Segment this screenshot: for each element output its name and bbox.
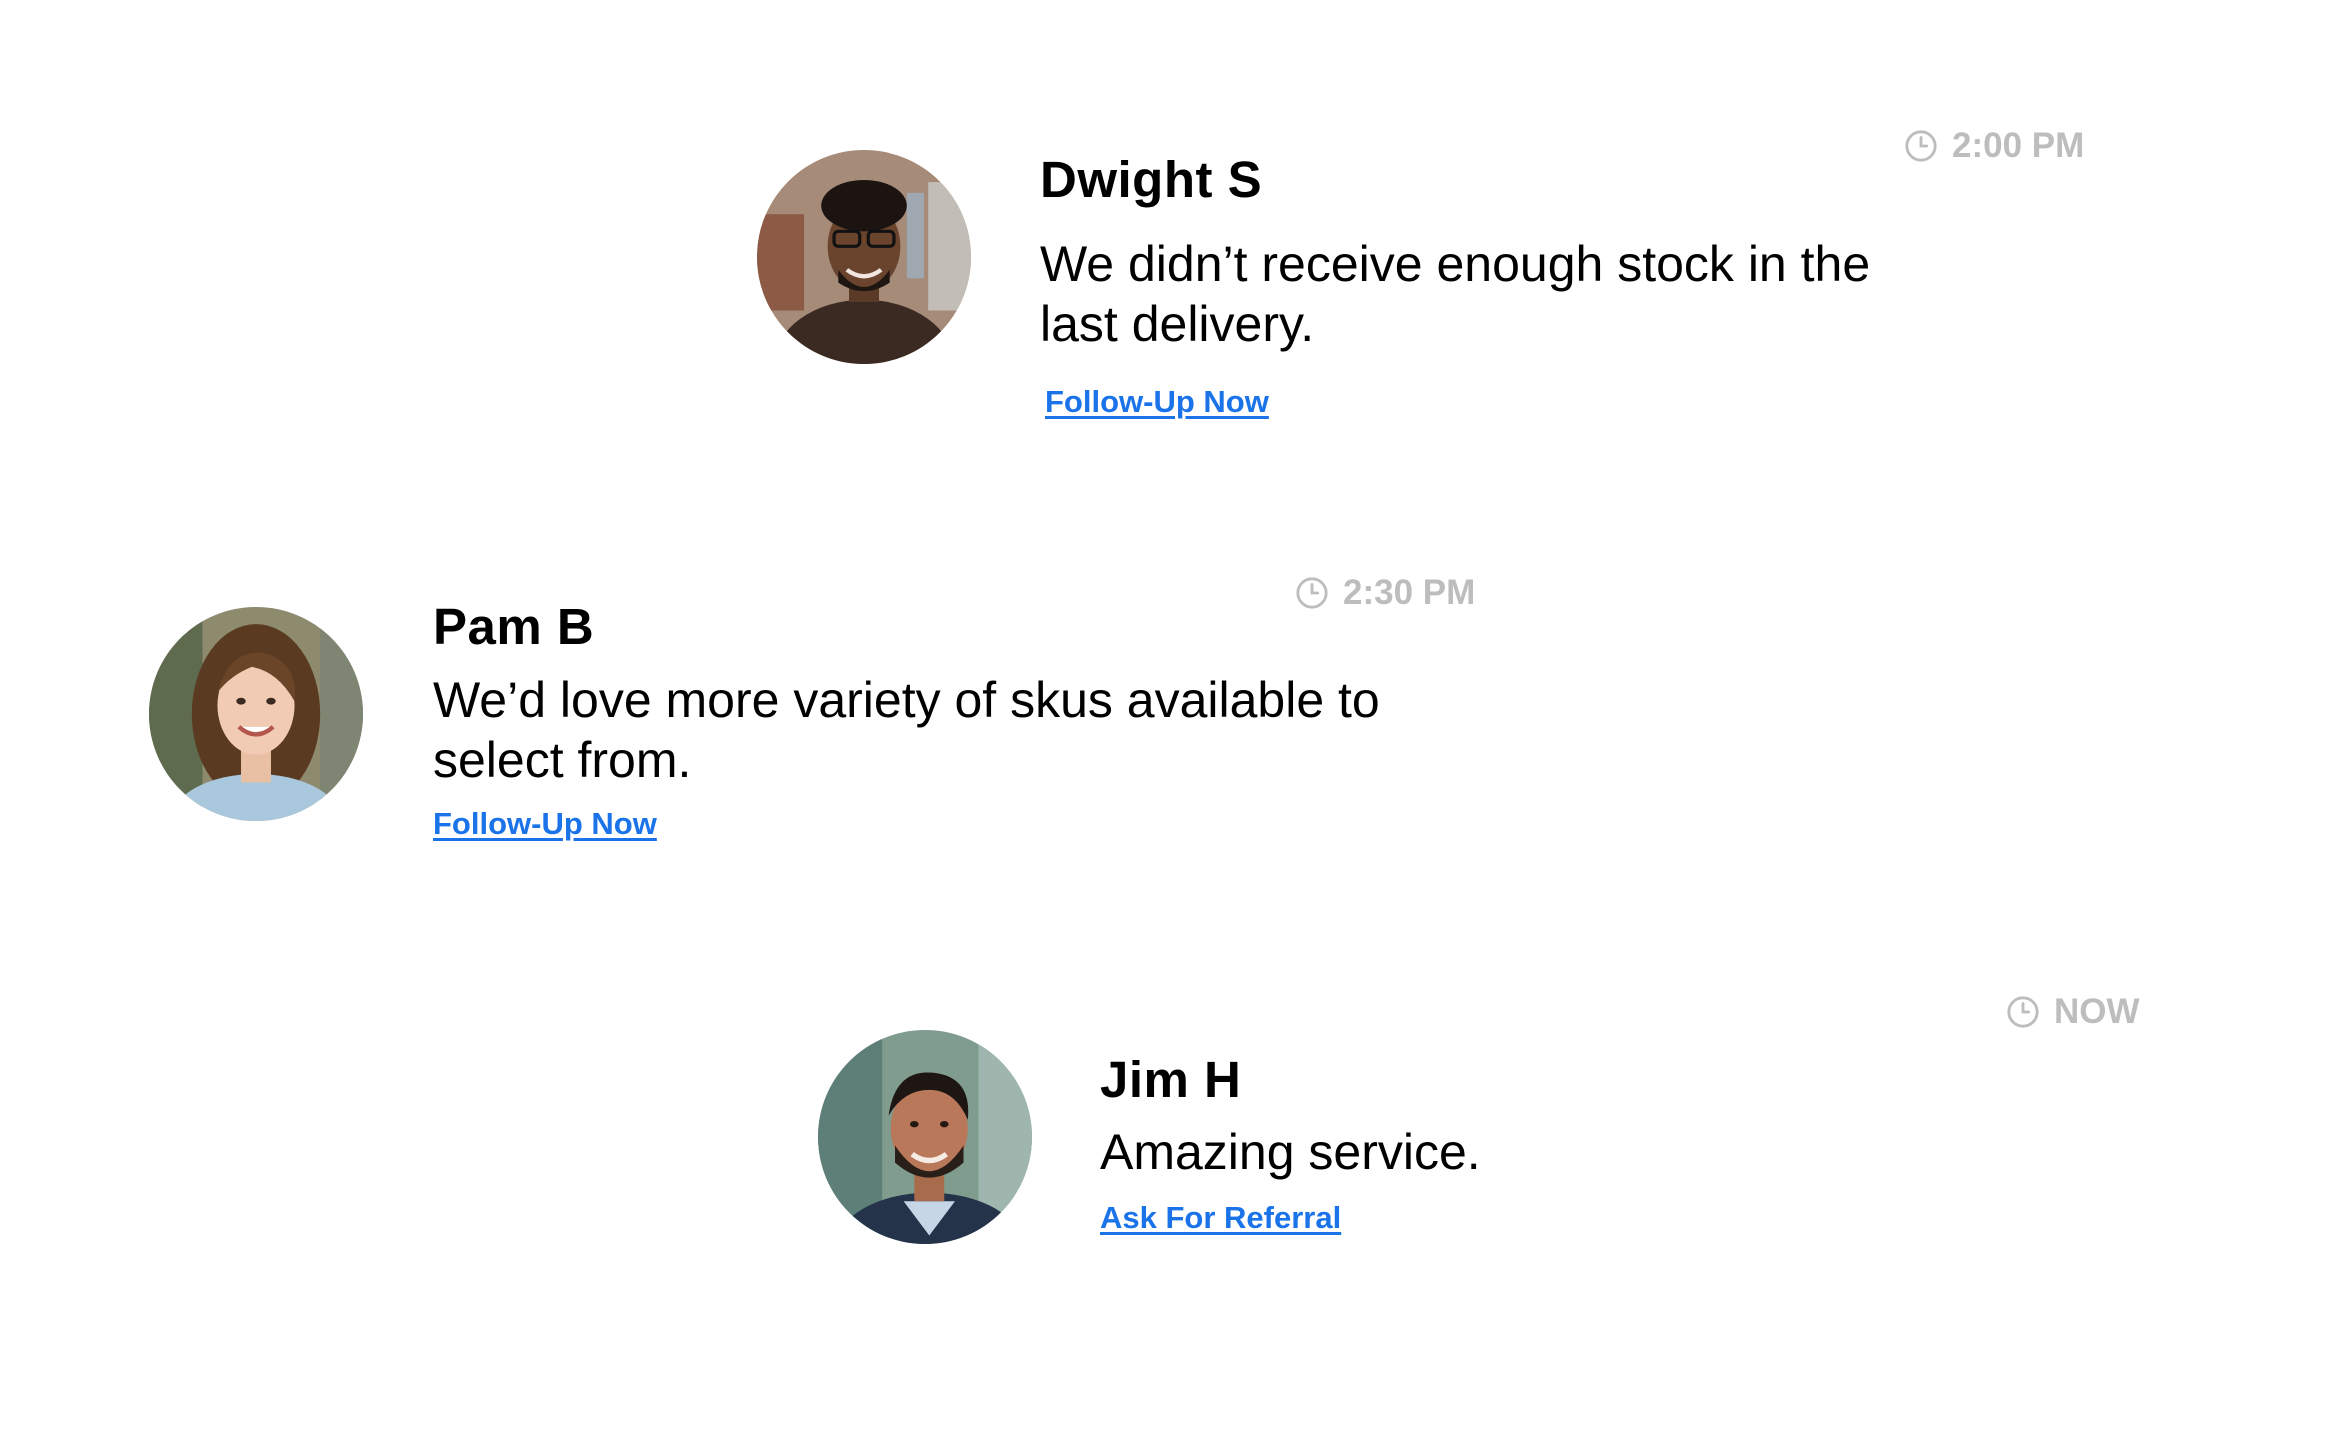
timestamp-label: NOW	[2054, 992, 2140, 1031]
feedback-message: We didn’t receive enough stock in the la…	[1040, 236, 1871, 352]
follow-up-link[interactable]: Follow-Up Now	[1045, 384, 1269, 420]
customer-name: Dwight S	[1040, 151, 1263, 208]
timestamp-label: 2:00 PM	[1952, 126, 2085, 165]
timestamp: 2:30 PM	[1295, 573, 1475, 613]
ask-referral-link[interactable]: Ask For Referral	[1100, 1200, 1341, 1236]
timestamp: 2:00 PM	[1904, 126, 2084, 166]
follow-up-link[interactable]: Follow-Up Now	[433, 806, 657, 842]
feedback-message: We’d love more variety of skus available…	[433, 672, 1380, 788]
avatar-photo-icon	[757, 150, 971, 364]
clock-icon	[1296, 577, 1328, 609]
avatar	[149, 607, 363, 821]
avatar	[818, 1030, 1032, 1244]
avatar-photo-icon	[149, 607, 363, 821]
avatar	[757, 150, 971, 364]
clock-icon	[2007, 996, 2039, 1028]
customer-name: Jim H	[1100, 1051, 1242, 1108]
clock-icon	[1905, 130, 1937, 162]
timestamp-label: 2:30 PM	[1343, 573, 1476, 612]
timestamp: NOW	[2006, 992, 2140, 1032]
avatar-photo-icon	[818, 1030, 1032, 1244]
customer-name: Pam B	[433, 598, 595, 655]
feedback-message: Amazing service.	[1100, 1124, 1481, 1180]
